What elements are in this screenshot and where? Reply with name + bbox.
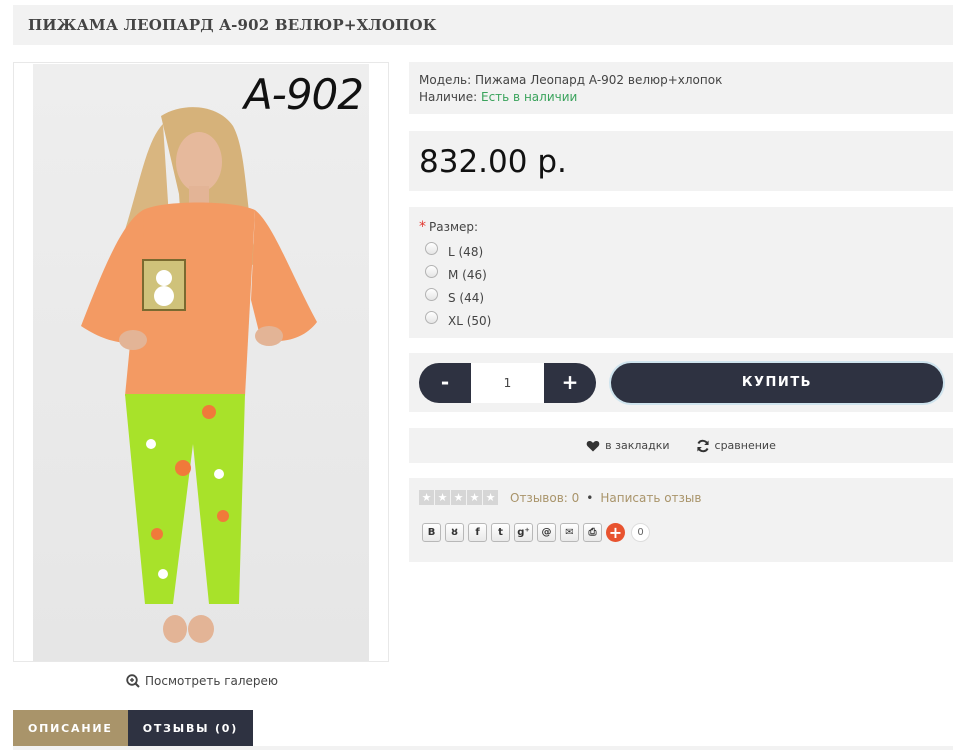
bookmarks-label: в закладки — [605, 439, 670, 452]
product-actions: в закладки сравнение — [409, 428, 953, 463]
availability-value: Есть в наличии — [481, 90, 578, 104]
heart-icon — [586, 440, 600, 451]
vk-icon[interactable]: В — [422, 523, 441, 542]
tab-description[interactable]: ОПИСАНИЕ — [13, 710, 128, 748]
star-icon: ★ — [467, 490, 482, 505]
model-label: Модель: — [419, 73, 472, 87]
size-option-l[interactable]: L (48) — [419, 240, 943, 263]
availability-label: Наличие: — [419, 90, 478, 104]
mail-ru-icon[interactable]: @ — [537, 523, 556, 542]
availability-row: Наличие: Есть в наличии — [419, 89, 943, 106]
print-icon[interactable]: ⎙ — [583, 523, 602, 542]
buy-button[interactable]: КУПИТЬ — [611, 363, 943, 403]
add-to-bookmarks-link[interactable]: в закладки — [586, 439, 670, 453]
size-option-label: M (46) — [448, 267, 487, 282]
quantity-decrease-button[interactable]: - — [419, 363, 471, 403]
quantity-stepper: - 1 + — [419, 363, 597, 403]
reviews-share-panel: ★ ★ ★ ★ ★ Отзывов: 0 • Написать отзыв В … — [409, 478, 953, 562]
size-option-m[interactable]: M (46) — [419, 263, 943, 286]
size-radio-s[interactable] — [425, 288, 438, 301]
size-radio-xl[interactable] — [425, 311, 438, 324]
facebook-icon[interactable]: f — [468, 523, 487, 542]
buy-panel: - 1 + КУПИТЬ — [409, 353, 953, 412]
star-icon: ★ — [435, 490, 450, 505]
model-value: Пижама Леопард A-902 велюр+хлопок — [475, 73, 723, 87]
size-option-label: L (48) — [448, 244, 484, 259]
reviews-count-link[interactable]: Отзывов: 0 — [510, 491, 579, 505]
image-model-label: A-902 — [243, 70, 364, 119]
gallery-link-label: Посмотреть галерею — [145, 674, 279, 688]
refresh-icon — [696, 439, 709, 452]
tab-reviews[interactable]: ОТЗЫВЫ (0) — [127, 710, 254, 748]
share-more-icon[interactable]: + — [606, 523, 625, 542]
model-illustration — [81, 107, 317, 643]
star-icon: ★ — [451, 490, 466, 505]
quantity-input[interactable]: 1 — [471, 363, 544, 403]
model-row: Модель: Пижама Леопард A-902 велюр+хлопо… — [419, 72, 943, 89]
google-plus-icon[interactable]: g⁺ — [514, 523, 533, 542]
rating-stars: ★ ★ ★ ★ ★ — [419, 490, 498, 505]
star-icon: ★ — [483, 490, 498, 505]
price-panel: 832.00 р. — [409, 131, 953, 191]
write-review-link[interactable]: Написать отзыв — [600, 491, 701, 505]
quantity-increase-button[interactable]: + — [544, 363, 596, 403]
rating-row: ★ ★ ★ ★ ★ Отзывов: 0 • Написать отзыв — [419, 490, 943, 505]
add-to-compare-link[interactable]: сравнение — [696, 439, 776, 453]
required-marker: * — [419, 219, 426, 235]
size-option-s[interactable]: S (44) — [419, 286, 943, 309]
size-option-label: S (44) — [448, 290, 485, 305]
tabs-divider — [13, 746, 953, 750]
zoom-in-icon — [126, 674, 140, 688]
product-image-frame[interactable]: A-902 — [13, 62, 389, 662]
odnoklassniki-icon[interactable]: ȣ — [445, 523, 464, 542]
share-count: 0 — [631, 523, 650, 542]
price: 832.00 р. — [419, 144, 567, 180]
email-icon[interactable]: ✉ — [560, 523, 579, 542]
product-title-bar: ПИЖАМА ЛЕОПАРД A-902 ВЕЛЮР+ХЛОПОК — [13, 5, 953, 45]
product-photo[interactable]: A-902 — [33, 64, 369, 661]
share-buttons: В ȣ f t g⁺ @ ✉ ⎙ + 0 — [422, 523, 943, 542]
size-label-row: * Размер: — [419, 219, 943, 235]
size-radio-l[interactable] — [425, 242, 438, 255]
compare-label: сравнение — [714, 439, 776, 452]
twitter-icon[interactable]: t — [491, 523, 510, 542]
size-radio-m[interactable] — [425, 265, 438, 278]
size-options-panel: * Размер: L (48) M (46) S (44) XL (50) — [409, 207, 953, 338]
view-gallery-link[interactable]: Посмотреть галерею — [126, 674, 278, 688]
size-label: Размер: — [429, 220, 479, 234]
size-option-xl[interactable]: XL (50) — [419, 309, 943, 332]
separator-dot: • — [586, 490, 594, 505]
product-info: Модель: Пижама Леопард A-902 велюр+хлопо… — [409, 62, 953, 114]
star-icon: ★ — [419, 490, 434, 505]
page-title: ПИЖАМА ЛЕОПАРД A-902 ВЕЛЮР+ХЛОПОК — [28, 16, 437, 34]
product-tabs: ОПИСАНИЕ ОТЗЫВЫ (0) — [13, 710, 254, 748]
size-option-label: XL (50) — [448, 313, 492, 328]
